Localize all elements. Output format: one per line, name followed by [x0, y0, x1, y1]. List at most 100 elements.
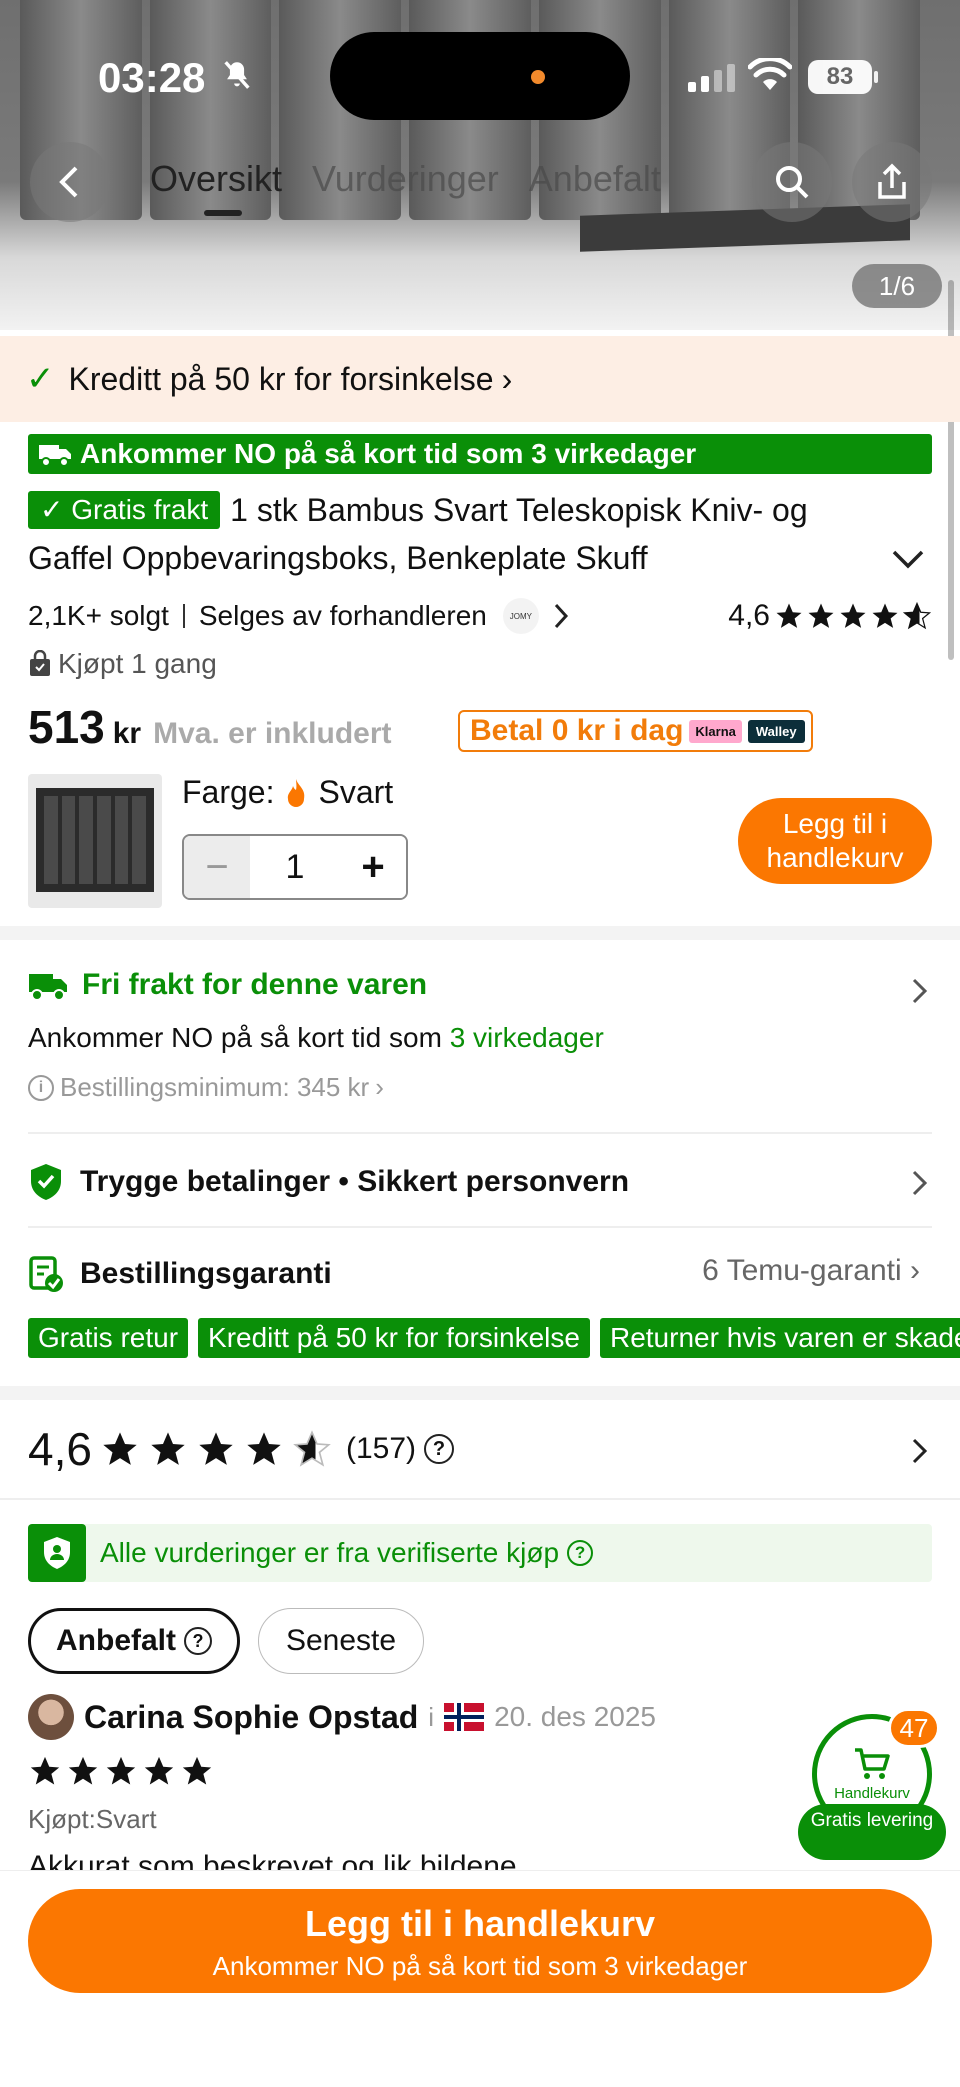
- guarantee-receipt-icon: [29, 1256, 63, 1292]
- star-icon: [106, 1756, 136, 1785]
- star-icon: [103, 1432, 137, 1465]
- walley-logo: Walley: [747, 719, 805, 743]
- star-icon: [840, 603, 866, 628]
- credit-banner-text: Kreditt på 50 kr for forsinkelse: [68, 360, 494, 397]
- shopping-bag-icon: [30, 650, 50, 676]
- star-icon: [182, 1756, 212, 1785]
- divider: [0, 1498, 960, 1500]
- tab-overview[interactable]: Oversikt: [150, 158, 282, 200]
- star-icon: [247, 1432, 281, 1465]
- tab-reviews[interactable]: Vurderinger: [312, 158, 499, 200]
- sort-latest-button[interactable]: Seneste: [258, 1608, 424, 1674]
- chevron-right-icon: ›: [910, 1254, 920, 1287]
- bottom-action-bar: Legg til i handlekurv Ankommer NO på så …: [0, 1870, 960, 2087]
- section-divider: [0, 1386, 960, 1400]
- info-icon: i: [28, 1074, 54, 1101]
- tab-recommended[interactable]: Anbefalt: [529, 158, 661, 200]
- reviewer-name[interactable]: Carina Sophie Opstad: [84, 1699, 418, 1736]
- color-value: Svart: [318, 774, 394, 810]
- secure-payment-row[interactable]: Trygge betalinger • Sikkert personvern: [28, 1162, 629, 1202]
- rating-stars: [774, 601, 932, 631]
- battery-indicator: 83: [808, 60, 878, 94]
- chevron-right-icon: ›: [375, 1072, 384, 1102]
- vat-note: Mva. er inkludert: [153, 717, 392, 750]
- verified-user-icon: [28, 1524, 86, 1582]
- arrival-estimate: Ankommer NO på så kort tid som 3 virkeda…: [28, 1022, 604, 1053]
- review-count: (157): [345, 1432, 416, 1465]
- add-to-cart-button[interactable]: Legg til i handlekurv: [738, 798, 932, 884]
- delivery-truck-icon: [29, 974, 67, 1001]
- share-button[interactable]: [852, 142, 932, 222]
- star-icon: [30, 1756, 60, 1785]
- status-bar: 03:28 83: [0, 0, 960, 120]
- half-star-icon: [902, 601, 932, 630]
- review-stars: [28, 1754, 214, 1788]
- increase-quantity-button[interactable]: +: [340, 836, 406, 898]
- star-icon: [68, 1756, 98, 1785]
- help-icon[interactable]: ?: [567, 1540, 594, 1566]
- order-guarantee-row[interactable]: Bestillingsgaranti: [28, 1254, 332, 1294]
- purchased-variant: Kjøpt:Svart: [28, 1804, 157, 1834]
- color-selector[interactable]: Farge: Svart: [182, 774, 393, 811]
- flame-icon: [288, 778, 305, 807]
- help-icon: ?: [184, 1627, 212, 1655]
- add-to-cart-cta[interactable]: Legg til i handlekurv Ankommer NO på så …: [28, 1889, 932, 1993]
- cart-count-badge: 47: [888, 1708, 940, 1748]
- decrease-quantity-button[interactable]: −: [184, 836, 250, 898]
- chevron-down-icon[interactable]: [890, 548, 926, 572]
- search-icon: [776, 166, 809, 199]
- dynamic-island: [330, 32, 630, 120]
- minimum-order[interactable]: i Bestillingsminimum: 345 kr ›: [28, 1072, 384, 1103]
- chevron-right-icon[interactable]: [910, 1168, 930, 1198]
- shopping-cart-icon: [855, 1747, 890, 1779]
- back-arrow-icon: [59, 166, 78, 198]
- price-value: 513: [28, 701, 105, 753]
- review-date: 20. des 2025: [494, 1701, 656, 1732]
- arrival-badge: Ankommer NO på så kort tid som 3 virkeda…: [28, 434, 932, 474]
- product-title-block: ✓ Gratis frakt 1 stk Bambus Svart Telesko…: [28, 486, 898, 582]
- cta-subtitle: Ankommer NO på så kort tid som 3 virkeda…: [212, 1951, 748, 1981]
- chevron-right-icon[interactable]: [910, 976, 930, 1006]
- star-icon: [151, 1432, 185, 1465]
- guarantee-chip: Returner hvis varen er skadet: [599, 1318, 960, 1358]
- pay-later-badge[interactable]: Betal 0 kr i dag Klarna Walley: [458, 710, 813, 752]
- variant-thumbnail[interactable]: [28, 774, 162, 908]
- back-button[interactable]: [30, 142, 110, 222]
- verified-reviews-banner: Alle vurderinger er fra verifiserte kjøp…: [28, 1524, 932, 1582]
- help-icon[interactable]: ?: [424, 1434, 454, 1464]
- chevron-right-icon[interactable]: [553, 602, 569, 630]
- chevron-right-icon[interactable]: [910, 1436, 930, 1466]
- credit-banner[interactable]: ✓ Kreditt på 50 kr for forsinkelse ›: [0, 336, 960, 422]
- guarantee-count[interactable]: 6 Temu-garanti ›: [702, 1254, 920, 1288]
- bell-muted-icon: [224, 61, 250, 89]
- avatar[interactable]: [28, 1694, 74, 1740]
- shield-check-icon: [31, 1164, 61, 1200]
- seller-logo: JOMY: [502, 598, 539, 634]
- wifi-icon: [748, 58, 792, 90]
- product-rating[interactable]: 4,6: [728, 599, 932, 633]
- verified-text: Alle vurderinger er fra verifiserte kjøp: [100, 1537, 560, 1568]
- free-delivery-badge: Gratis levering: [798, 1804, 946, 1860]
- star-icon: [808, 603, 834, 628]
- free-shipping-tag: ✓ Gratis frakt: [28, 491, 221, 529]
- free-shipping-row[interactable]: Fri frakt for denne varen: [28, 968, 427, 1002]
- klarna-logo: Klarna: [689, 719, 742, 743]
- status-time: 03:28: [98, 54, 206, 101]
- star-icon: [199, 1432, 233, 1465]
- share-icon: [878, 163, 906, 199]
- image-counter: 1/6: [852, 264, 942, 308]
- guarantee-chips: Gratis retur Kreditt på 50 kr for forsin…: [28, 1318, 960, 1358]
- signal-icon: [688, 64, 735, 92]
- review-summary[interactable]: 4,6 (157) ?: [28, 1422, 454, 1476]
- sort-recommended-button[interactable]: Anbefalt ?: [28, 1608, 240, 1674]
- quantity-value[interactable]: 1: [250, 836, 340, 898]
- seller-link[interactable]: Selges av forhandleren: [199, 600, 487, 632]
- reviewer-header: Carina Sophie Opstad i 20. des 2025: [28, 1694, 656, 1740]
- star-icon: [872, 603, 898, 628]
- bought-count: Kjøpt 1 gang: [28, 648, 217, 680]
- search-button[interactable]: [752, 142, 832, 222]
- quantity-stepper: − 1 +: [182, 834, 408, 900]
- star-icon: [776, 603, 802, 628]
- review-score: 4,6: [28, 1423, 92, 1475]
- sold-count: 2,1K+ solgt: [28, 600, 169, 631]
